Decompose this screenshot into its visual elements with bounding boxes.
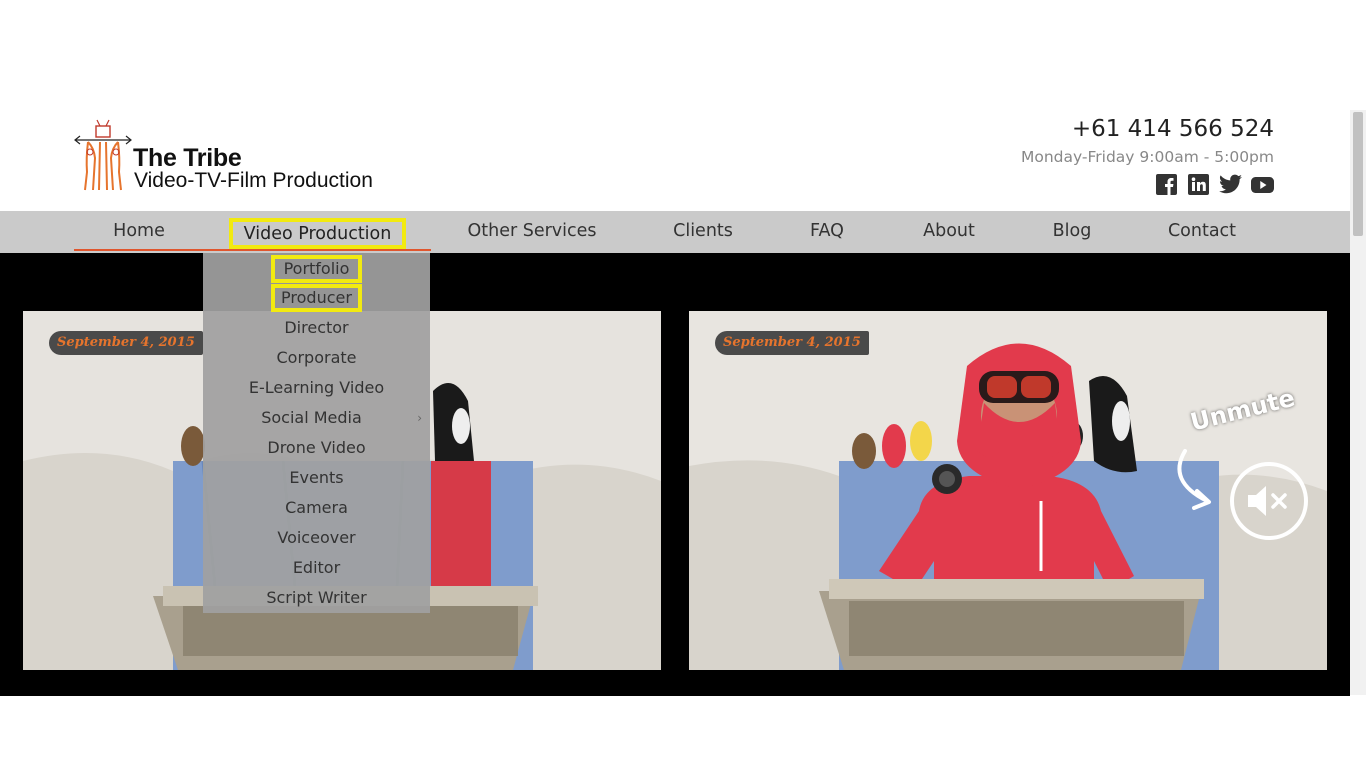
nav-blog[interactable]: Blog [1036, 211, 1108, 253]
date-stamp-left: September 4, 2015 [49, 331, 203, 355]
social-links [1155, 173, 1274, 196]
dropdown-item-voiceover[interactable]: Voiceover [203, 523, 430, 553]
twitter-icon[interactable] [1219, 173, 1242, 196]
dropdown-item-editor[interactable]: Editor [203, 553, 430, 583]
dropdown-item-drone-video[interactable]: Drone Video [203, 433, 430, 463]
linkedin-icon[interactable] [1187, 173, 1210, 196]
dropdown-item-script-writer[interactable]: Script Writer [203, 583, 430, 613]
nav-contact[interactable]: Contact [1154, 211, 1250, 253]
dropdown-item-social-media[interactable]: Social Media › [203, 403, 430, 433]
dropdown-item-social-media-label: Social Media [261, 408, 362, 427]
nav-clients[interactable]: Clients [660, 211, 746, 253]
chevron-right-icon: › [417, 411, 422, 425]
phone-number[interactable]: +61 414 566 524 [1072, 116, 1274, 142]
dropdown-item-portfolio[interactable]: Portfolio [271, 255, 362, 283]
dropdown-item-producer[interactable]: Producer [271, 284, 362, 312]
video-production-dropdown: Portfolio Producer Director Corporate E-… [203, 253, 430, 613]
logo-mark-icon [74, 119, 132, 191]
facebook-icon[interactable] [1155, 173, 1178, 196]
main-nav: Home Video Production Other Services Cli… [0, 211, 1350, 253]
page-scrollbar[interactable] [1350, 110, 1366, 695]
dropdown-item-e-learning[interactable]: E-Learning Video [203, 373, 430, 403]
youtube-icon[interactable] [1251, 173, 1274, 196]
unmute-button[interactable] [1230, 462, 1308, 540]
date-stamp-right: September 4, 2015 [715, 331, 869, 355]
nav-home[interactable]: Home [74, 211, 204, 253]
dropdown-item-director[interactable]: Director [203, 313, 430, 343]
scrollbar-thumb[interactable] [1353, 112, 1363, 236]
dropdown-item-camera[interactable]: Camera [203, 493, 430, 523]
curved-arrow-icon [1177, 449, 1211, 510]
nav-other-services[interactable]: Other Services [452, 211, 612, 253]
nav-faq[interactable]: FAQ [795, 211, 859, 253]
nav-about[interactable]: About [907, 211, 991, 253]
dropdown-item-events[interactable]: Events [203, 463, 430, 493]
brand-subtitle: Video-TV-Film Production [134, 169, 373, 192]
muted-speaker-icon [1248, 486, 1287, 516]
business-hours: Monday-Friday 9:00am - 5:00pm [1020, 148, 1274, 166]
site-logo[interactable]: The Tribe Video-TV-Film Production [74, 118, 414, 194]
active-nav-underline [74, 249, 431, 251]
video-player-right[interactable]: September 4, 2015 Unmute [689, 311, 1327, 670]
nav-video-production[interactable]: Video Production [229, 218, 406, 249]
dropdown-item-corporate[interactable]: Corporate [203, 343, 430, 373]
